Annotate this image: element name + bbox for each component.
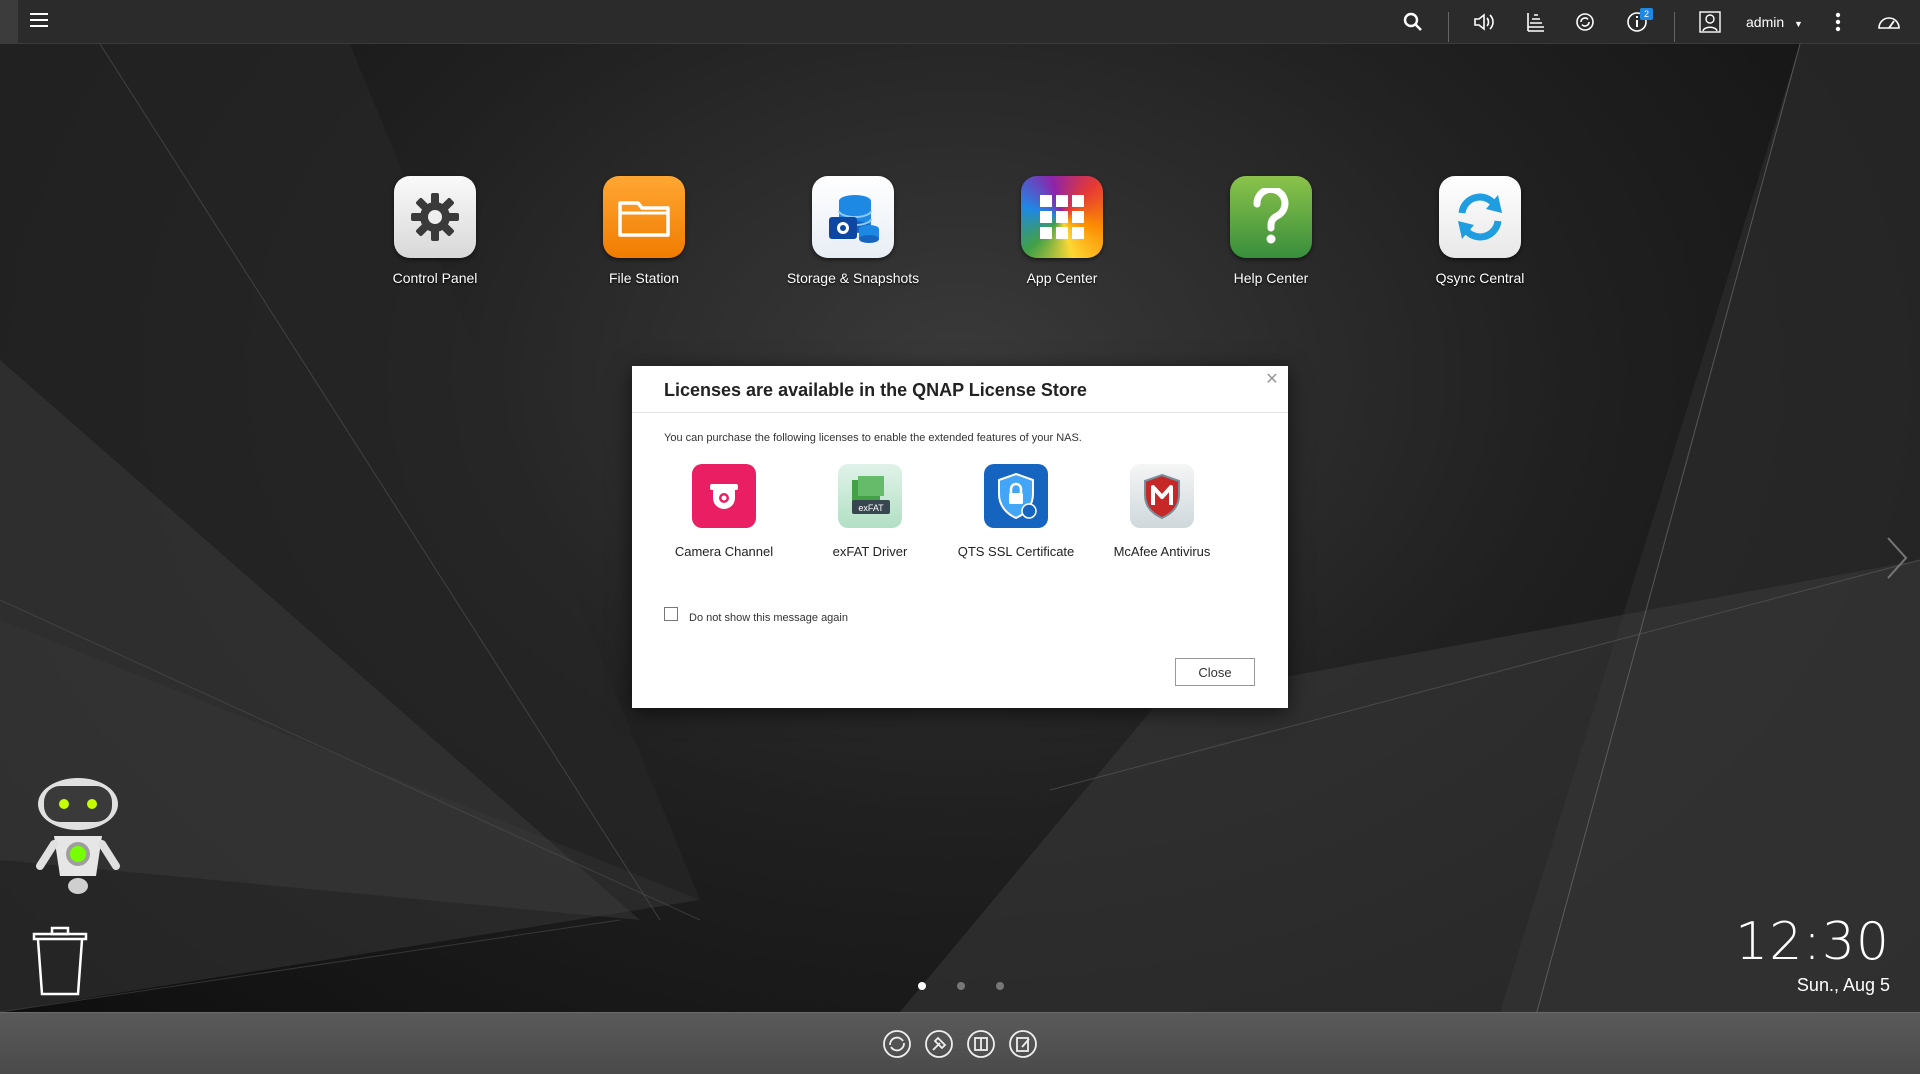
trash-icon[interactable]	[32, 926, 88, 998]
app-file-station[interactable]: File Station	[554, 176, 734, 286]
username-label: admin	[1746, 14, 1785, 30]
tools-dock-icon[interactable]	[924, 1029, 954, 1059]
user-icon[interactable]	[1697, 10, 1723, 34]
pager-dot[interactable]	[918, 982, 926, 990]
do-not-show-checkbox[interactable]	[664, 607, 678, 621]
search-icon[interactable]	[1400, 10, 1426, 34]
next-page-arrow-icon[interactable]	[1884, 536, 1908, 580]
menu-edge	[0, 0, 18, 44]
pager-dot[interactable]	[996, 982, 1004, 990]
license-qts-ssl-certificate[interactable]: QTS SSL Certificate	[943, 464, 1089, 559]
checkbox-label: Do not show this message again	[689, 612, 848, 624]
top-bar: 2 admin ▼	[0, 0, 1920, 44]
license-exfat-driver[interactable]: exFAT exFAT Driver	[797, 464, 943, 559]
app-label: Qsync Central	[1435, 270, 1525, 286]
sync-icon	[1439, 176, 1521, 258]
camera-icon	[692, 464, 756, 528]
notification-badge: 2	[1640, 8, 1653, 20]
robot-assistant-icon[interactable]	[26, 774, 130, 898]
gear-icon	[394, 176, 476, 258]
close-button[interactable]: Close	[1175, 658, 1255, 686]
license-mcafee-antivirus[interactable]: McAfee Antivirus	[1089, 464, 1235, 559]
multimedia-dock-icon[interactable]	[966, 1029, 996, 1059]
close-icon[interactable]: ✕	[1264, 372, 1280, 388]
app-label: Control Panel	[392, 270, 478, 286]
dialog-divider	[632, 412, 1288, 413]
notes-dock-icon[interactable]	[1008, 1029, 1038, 1059]
pager-dot[interactable]	[957, 982, 965, 990]
license-label: QTS SSL Certificate	[957, 544, 1075, 559]
exfat-icon: exFAT	[838, 464, 902, 528]
grid-icon	[1021, 176, 1103, 258]
topbar-separator	[1448, 12, 1449, 42]
clock-date: Sun., Aug 5	[1796, 975, 1890, 995]
app-label: Storage & Snapshots	[786, 270, 920, 286]
volume-icon[interactable]	[1472, 10, 1498, 34]
app-qsync-central[interactable]: Qsync Central	[1390, 176, 1570, 286]
topbar-separator	[1674, 12, 1675, 42]
app-app-center[interactable]: App Center	[972, 176, 1152, 286]
sync-icon[interactable]	[1572, 10, 1598, 34]
question-icon	[1230, 176, 1312, 258]
background-tasks-icon[interactable]	[1522, 10, 1548, 34]
hamburger-icon[interactable]	[30, 12, 48, 28]
license-label: Camera Channel	[674, 544, 774, 559]
app-label: File Station	[608, 270, 680, 286]
qsync-dock-icon[interactable]	[882, 1029, 912, 1059]
license-camera-channel[interactable]: Camera Channel	[651, 464, 797, 559]
storage-icon	[812, 176, 894, 258]
app-label: Help Center	[1233, 270, 1309, 286]
dashboard-icon[interactable]	[1876, 10, 1902, 34]
app-storage-snapshots[interactable]: Storage & Snapshots	[763, 176, 943, 286]
bottom-dock	[0, 1012, 1920, 1074]
user-menu[interactable]: admin ▼	[1746, 14, 1803, 30]
desktop-pager	[912, 980, 1012, 992]
license-label: exFAT Driver	[832, 544, 908, 559]
clock-time: 12:30	[1735, 912, 1890, 972]
dialog-title: Licenses are available in the QNAP Licen…	[664, 380, 1087, 400]
chevron-down-icon: ▼	[1794, 19, 1803, 29]
more-icon[interactable]	[1825, 10, 1851, 34]
ssl-shield-icon	[984, 464, 1048, 528]
app-control-panel[interactable]: Control Panel	[345, 176, 525, 286]
app-label: App Center	[1026, 270, 1098, 286]
license-store-dialog: Licenses are available in the QNAP Licen…	[632, 366, 1288, 708]
dialog-description: You can purchase the following licenses …	[664, 432, 1082, 444]
event-notifications-icon[interactable]: 2	[1624, 8, 1653, 34]
mcafee-icon	[1130, 464, 1194, 528]
app-help-center[interactable]: Help Center	[1181, 176, 1361, 286]
license-label: McAfee Antivirus	[1113, 544, 1211, 559]
exfat-icon-text: exFAT	[858, 503, 884, 513]
folder-icon	[603, 176, 685, 258]
